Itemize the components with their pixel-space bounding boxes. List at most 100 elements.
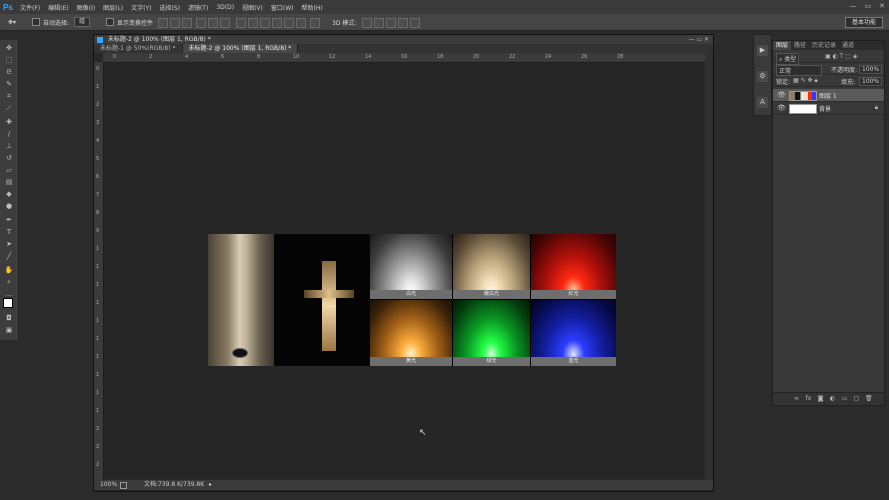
menu-layer[interactable]: 图层(L) [99, 3, 127, 12]
close-icon[interactable]: ✕ [879, 2, 885, 10]
menu-window[interactable]: 窗口(W) [267, 3, 298, 12]
tab-paths[interactable]: 路径 [791, 41, 809, 50]
delete-layer-icon[interactable]: 🗑︎ [865, 395, 873, 402]
menu-edit[interactable]: 编辑(E) [44, 3, 72, 12]
lasso-tool-icon[interactable]: ᘓ [4, 68, 14, 76]
tab-history[interactable]: 历史记录 [809, 41, 839, 50]
distribute-top-icon[interactable] [236, 18, 246, 28]
menu-view[interactable]: 视图(V) [238, 3, 267, 12]
gradient-tool-icon[interactable]: ▤ [4, 178, 14, 186]
tab-channels[interactable]: 通道 [839, 41, 857, 50]
visibility-eye-icon[interactable]: 👁︎ [777, 91, 786, 99]
distribute-left-icon[interactable] [272, 18, 282, 28]
layer-name: 背景 [819, 106, 832, 113]
vertical-scrollbar[interactable] [705, 53, 713, 480]
ruler-mark: 4 [185, 54, 189, 60]
play-actions-icon[interactable]: ▶ [757, 45, 768, 56]
document-title-bar[interactable]: 未标题-2 @ 100% (图层 1, RGB/8) * — ▭ ✕ [94, 35, 713, 44]
3d-pan-icon[interactable] [386, 18, 396, 28]
visibility-eye-icon[interactable]: 👁︎ [777, 104, 786, 112]
restore-icon[interactable]: ▭ [865, 2, 872, 10]
screen-mode-icon[interactable]: ▣ [4, 326, 14, 334]
layer-row-background[interactable]: 👁︎ 背景 🔒︎ [773, 102, 884, 115]
move-tool-icon[interactable]: ✥▾ [8, 17, 16, 27]
adjust-panel-icon[interactable]: ⚙ [757, 71, 768, 82]
document-tabs: 未标题-1 @ 50%(RGB/8) * 未标题-2 @ 100% (图层 1,… [94, 44, 713, 53]
type-tool-icon[interactable]: T [4, 228, 14, 236]
more-tools-icon[interactable]: … [4, 290, 14, 298]
distribute-bottom-icon[interactable] [260, 18, 270, 28]
auto-select-dropdown[interactable]: 组 [74, 17, 91, 27]
align-bottom-icon[interactable] [182, 18, 192, 28]
opacity-input[interactable]: 100% [859, 65, 883, 74]
layer-style-icon[interactable]: fx [805, 395, 812, 402]
shape-tool-icon[interactable]: ╱ [4, 252, 14, 260]
link-layers-icon[interactable]: ∞ [793, 395, 800, 402]
menu-select[interactable]: 选择(S) [155, 3, 184, 12]
auto-select-checkbox[interactable]: 自动选择: [32, 17, 69, 27]
light-tile-blue: 蓝光 [531, 300, 616, 366]
zoom-level[interactable]: 100% [100, 480, 117, 490]
pen-tool-icon[interactable]: ✒ [4, 216, 14, 224]
align-vcenter-icon[interactable] [170, 18, 180, 28]
minimize-icon[interactable]: — [850, 2, 857, 10]
3d-scale-icon[interactable] [410, 18, 420, 28]
path-select-tool-icon[interactable]: ➤ [4, 240, 14, 248]
brush-tool-icon[interactable]: / [4, 130, 14, 138]
panel-tabs: 图层 路径 历史记录 通道 [773, 41, 884, 50]
ruler-mark: 8 [257, 54, 261, 60]
lock-icons[interactable]: ▦ ✎ ✥ 🔒︎ [793, 77, 818, 85]
dodge-tool-icon[interactable]: ● [4, 202, 14, 210]
quick-select-tool-icon[interactable]: ✎ [4, 80, 14, 88]
status-icon[interactable] [120, 482, 127, 489]
distribute-vcenter-icon[interactable] [248, 18, 258, 28]
clone-stamp-tool-icon[interactable]: ⊥ [4, 142, 14, 150]
new-layer-icon[interactable]: ▢ [853, 395, 860, 402]
marquee-tool-icon[interactable]: ⬚ [4, 56, 14, 64]
tab-layers[interactable]: 图层 [773, 41, 792, 50]
blend-opacity-row: 正常 不透明度: 100% [773, 63, 884, 76]
tab-untitled-2[interactable]: 未标题-2 @ 100% (图层 1, RGB/8) * [182, 44, 299, 53]
status-menu-arrow-icon[interactable]: ▸ [209, 480, 212, 490]
filter-icons[interactable]: ▣ ◐ T ⬚ ◈ [825, 53, 857, 60]
eyedropper-tool-icon[interactable]: ⟋ [4, 104, 14, 112]
foreground-color-swatch[interactable] [3, 298, 13, 308]
auto-align-icon[interactable] [310, 18, 320, 28]
align-hcenter-icon[interactable] [208, 18, 218, 28]
menu-file[interactable]: 文件(F) [16, 3, 44, 12]
align-right-icon[interactable] [220, 18, 230, 28]
character-panel-icon[interactable]: A [757, 97, 768, 108]
add-mask-icon[interactable]: ◙ [817, 395, 824, 402]
align-left-icon[interactable] [196, 18, 206, 28]
new-group-icon[interactable]: ▭ [841, 395, 848, 402]
canvas-image[interactable]: 白光 暖白光 红光 黄光 绿光 蓝光 [208, 234, 616, 366]
layer-row-layer-1[interactable]: 👁︎ 图层 1 [773, 89, 884, 102]
menu-help[interactable]: 帮助(H) [298, 3, 327, 12]
distribute-right-icon[interactable] [296, 18, 306, 28]
3d-rotate-icon[interactable] [362, 18, 372, 28]
crop-tool-icon[interactable]: ⌗ [4, 92, 14, 100]
move-tool-icon[interactable]: ✥ [4, 44, 14, 52]
blur-tool-icon[interactable]: ◆ [4, 190, 14, 198]
align-top-icon[interactable] [158, 18, 168, 28]
3d-roll-icon[interactable] [374, 18, 384, 28]
zoom-tool-icon[interactable]: ⌕ [4, 278, 14, 286]
workspace-switcher-button[interactable]: 基本功能 [845, 17, 883, 28]
menu-image[interactable]: 图像(I) [73, 3, 99, 12]
hand-tool-icon[interactable]: ✋ [4, 266, 14, 274]
ruler-mark: 4 [96, 138, 100, 144]
menu-3d[interactable]: 3D(D) [212, 4, 238, 11]
healing-brush-tool-icon[interactable]: ✚ [4, 118, 14, 126]
quick-mask-icon[interactable]: ◘ [4, 314, 14, 322]
eraser-tool-icon[interactable]: ▱ [4, 166, 14, 174]
show-transform-checkbox[interactable]: 显示变换控件 [106, 17, 153, 27]
menu-type[interactable]: 文字(Y) [127, 3, 155, 12]
adjustment-layer-icon[interactable]: ◐ [829, 395, 836, 402]
menu-filter[interactable]: 滤镜(T) [184, 3, 212, 12]
tab-untitled-1[interactable]: 未标题-1 @ 50%(RGB/8) * [94, 44, 183, 53]
history-brush-tool-icon[interactable]: ↺ [4, 154, 14, 162]
fill-input[interactable]: 100% [859, 77, 883, 86]
3d-slide-icon[interactable] [398, 18, 408, 28]
canvas-area[interactable]: 白光 暖白光 红光 黄光 绿光 蓝光 ↖ [104, 63, 704, 479]
distribute-hcenter-icon[interactable] [284, 18, 294, 28]
